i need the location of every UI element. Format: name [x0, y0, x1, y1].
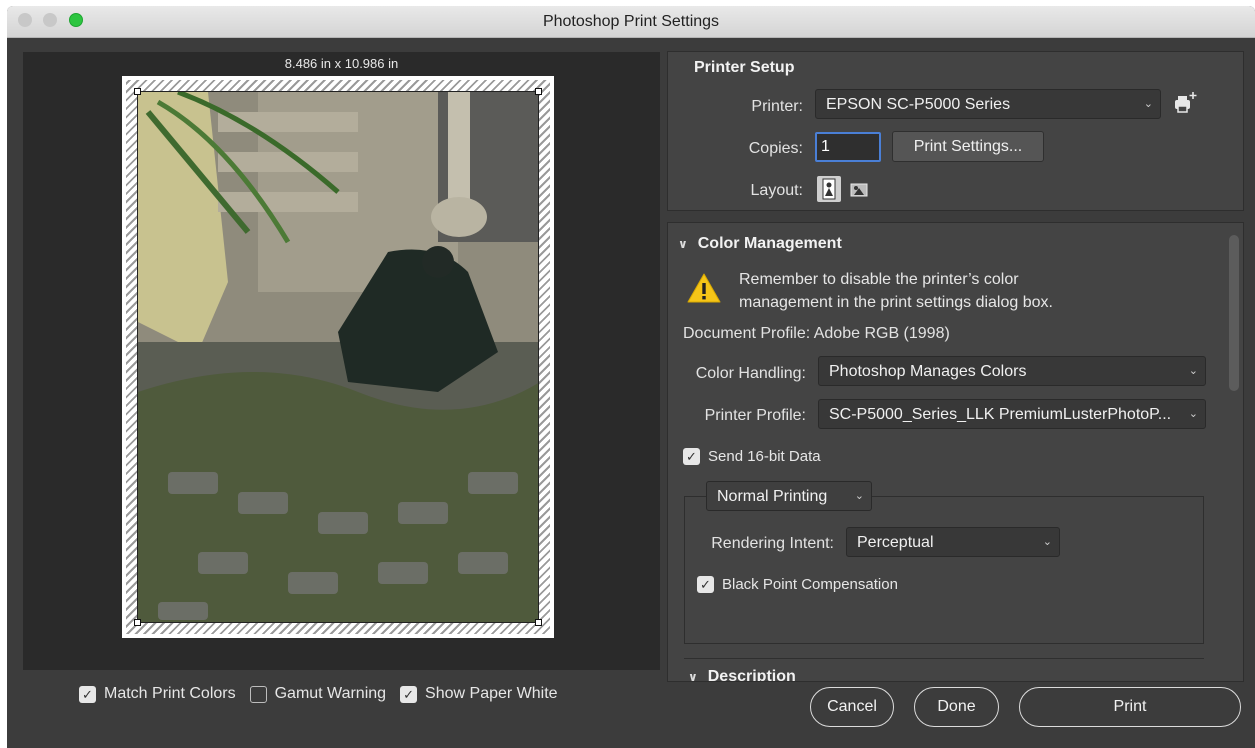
warning-message: Remember to disable the printer’s color … — [739, 268, 1053, 314]
printer-setup-title: Printer Setup — [694, 59, 795, 76]
checkmark-icon: ✓ — [697, 576, 714, 593]
photo-illustration — [138, 92, 538, 622]
checkmark-icon: ✓ — [400, 685, 418, 703]
black-point-compensation-checkbox[interactable]: ✓ Black Point Compensation — [697, 576, 898, 593]
color-handling-value: Photoshop Manages Colors — [829, 363, 1027, 380]
warning-line-1: Remember to disable the printer’s color — [739, 271, 1019, 288]
crop-handle-bottom-left[interactable] — [134, 619, 141, 626]
rendering-intent-select[interactable]: Perceptual ⌄ — [846, 527, 1060, 557]
printing-mode-value: Normal Printing — [717, 488, 828, 505]
copies-label: Copies: — [748, 140, 803, 157]
checkmark-icon: ✓ — [683, 448, 700, 465]
print-settings-button[interactable]: Print Settings... — [892, 131, 1044, 162]
rendering-intent-label: Rendering Intent: — [711, 535, 834, 552]
chevron-down-icon: ⌄ — [854, 490, 864, 502]
paper-dimensions: 8.486 in x 10.986 in — [284, 56, 399, 71]
chevron-down-icon: ⌄ — [1188, 365, 1198, 377]
printer-profile-value: SC-P5000_Series_LLK PremiumLusterPhotoP.… — [829, 406, 1172, 423]
preview-options: ✓ Match Print Colors Gamut Warning ✓ Sho… — [79, 685, 572, 703]
done-button[interactable]: Done — [914, 687, 999, 727]
printer-add-icon[interactable] — [1172, 90, 1198, 116]
crop-handle-bottom-right[interactable] — [535, 619, 542, 626]
rendering-subpanel — [684, 496, 1204, 644]
unchecked-box-icon — [249, 685, 267, 703]
gamut-warning-checkbox[interactable]: Gamut Warning — [249, 685, 387, 703]
print-settings-window: Photoshop Print Settings 8.486 in x 10.9… — [7, 6, 1255, 748]
landscape-layout-icon[interactable] — [848, 179, 870, 201]
paper-sheet — [122, 76, 554, 638]
color-management-header[interactable]: ∨ Color Management — [678, 235, 842, 253]
warning-icon — [687, 272, 721, 304]
crop-handle-top-left[interactable] — [134, 88, 141, 95]
show-paper-white-label: Show Paper White — [425, 685, 558, 702]
copies-input[interactable]: 1 — [815, 132, 881, 162]
section-divider — [684, 658, 1204, 659]
printing-mode-select[interactable]: Normal Printing ⌄ — [706, 481, 872, 511]
checkmark-icon: ✓ — [79, 685, 96, 703]
description-header[interactable]: ∨ Description — [688, 668, 796, 682]
layout-label: Layout: — [750, 182, 803, 199]
color-handling-select[interactable]: Photoshop Manages Colors ⌄ — [818, 356, 1206, 386]
black-point-compensation-label: Black Point Compensation — [722, 576, 898, 593]
match-print-colors-checkbox[interactable]: ✓ Match Print Colors — [79, 685, 236, 703]
color-handling-label: Color Handling: — [695, 365, 806, 382]
color-management-title: Color Management — [697, 235, 842, 252]
send-16bit-checkbox[interactable]: ✓ Send 16-bit Data — [683, 448, 821, 465]
title-bar: Photoshop Print Settings — [7, 6, 1255, 38]
portrait-layout-icon[interactable] — [817, 176, 841, 202]
printer-profile-label: Printer Profile: — [704, 407, 806, 424]
printer-label: Printer: — [751, 98, 803, 115]
document-profile: Document Profile: Adobe RGB (1998) — [683, 325, 950, 342]
gamut-warning-label: Gamut Warning — [274, 685, 387, 702]
photo-preview-image[interactable] — [137, 91, 539, 623]
printer-select-value: EPSON SC-P5000 Series — [826, 96, 1011, 113]
rendering-intent-value: Perceptual — [857, 534, 934, 551]
chevron-down-icon: ∨ — [678, 237, 688, 251]
chevron-down-icon: ⌄ — [1042, 536, 1052, 548]
color-management-panel: ∨ Color Management Remember to disable t… — [667, 222, 1244, 682]
printer-profile-select[interactable]: SC-P5000_Series_LLK PremiumLusterPhotoP.… — [818, 399, 1206, 429]
printer-setup-panel: Printer Setup Printer: EPSON SC-P5000 Se… — [667, 51, 1244, 211]
crop-handle-top-right[interactable] — [535, 88, 542, 95]
description-title: Description — [707, 668, 796, 682]
print-preview: 8.486 in x 10.986 in — [23, 52, 660, 670]
window-title: Photoshop Print Settings — [542, 13, 720, 30]
chevron-down-icon: ⌄ — [1188, 408, 1198, 420]
chevron-down-icon: ⌄ — [1143, 98, 1153, 110]
warning-line-2: management in the print settings dialog … — [739, 294, 1053, 311]
show-paper-white-checkbox[interactable]: ✓ Show Paper White — [400, 685, 558, 703]
send-16bit-label: Send 16-bit Data — [708, 448, 821, 465]
cancel-button[interactable]: Cancel — [810, 687, 894, 727]
printer-select[interactable]: EPSON SC-P5000 Series ⌄ — [815, 89, 1161, 119]
match-print-colors-label: Match Print Colors — [104, 685, 236, 702]
chevron-down-icon: ∨ — [688, 670, 698, 682]
scrollbar-thumb[interactable] — [1229, 235, 1239, 391]
print-button[interactable]: Print — [1019, 687, 1241, 727]
